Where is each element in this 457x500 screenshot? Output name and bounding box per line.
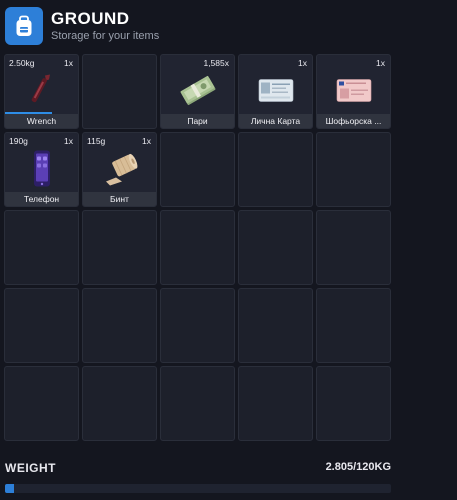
inventory-slot-5[interactable]: 1x Шофьорска ... xyxy=(316,54,391,129)
page-subtitle: Storage for your items xyxy=(51,30,160,42)
item-quantity: 1x xyxy=(142,136,151,146)
inventory-slot-13[interactable] xyxy=(160,210,235,285)
inventory-slot-6[interactable]: 190g 1x Телефон xyxy=(4,132,79,207)
inventory-slot-17[interactable] xyxy=(82,288,157,363)
item-label: Пари xyxy=(161,114,234,128)
page-title: GROUND xyxy=(51,9,130,28)
item-label: Шофьорска ... xyxy=(317,114,390,128)
inventory-slot-2[interactable] xyxy=(82,54,157,129)
inventory-slot-12[interactable] xyxy=(82,210,157,285)
inventory-slot-15[interactable] xyxy=(316,210,391,285)
inventory-grid: 2.50kg 1x Wrench 1,585x Пари 1x Лична Ка… xyxy=(4,54,391,441)
inventory-slot-22[interactable] xyxy=(82,366,157,441)
item-weight: 115g xyxy=(87,136,106,146)
inventory-slot-23[interactable] xyxy=(160,366,235,441)
inventory-slot-21[interactable] xyxy=(4,366,79,441)
weight-label: WEIGHT xyxy=(5,461,56,475)
item-quantity: 1x xyxy=(376,58,385,68)
item-quantity: 1,585x xyxy=(203,58,229,68)
inventory-slot-1[interactable]: 2.50kg 1x Wrench xyxy=(4,54,79,129)
item-quantity: 1x xyxy=(64,136,73,146)
item-weight: 190g xyxy=(9,136,28,146)
inventory-slot-24[interactable] xyxy=(238,366,313,441)
inventory-slot-9[interactable] xyxy=(238,132,313,207)
wrench-icon xyxy=(27,73,57,114)
weight-value: 2.805/120KG xyxy=(325,461,391,473)
weight-progress-fill xyxy=(5,484,15,493)
item-label: Бинт xyxy=(83,192,156,206)
inventory-slot-7[interactable]: 115g 1x Бинт xyxy=(82,132,157,207)
weight-progress-bar xyxy=(5,484,391,493)
bandage-icon xyxy=(102,152,138,191)
item-quantity: 1x xyxy=(298,58,307,68)
phone-icon xyxy=(30,150,54,193)
item-label: Лична Карта xyxy=(239,114,312,128)
item-quantity: 1x xyxy=(64,58,73,68)
inventory-slot-11[interactable] xyxy=(4,210,79,285)
inventory-slot-25[interactable] xyxy=(316,366,391,441)
inventory-slot-10[interactable] xyxy=(316,132,391,207)
id-card-icon xyxy=(258,79,294,108)
inventory-header: GROUND Storage for your items xyxy=(5,5,159,47)
inventory-slot-20[interactable] xyxy=(316,288,391,363)
item-weight: 2.50kg xyxy=(9,58,35,68)
item-label: Wrench xyxy=(5,114,78,128)
drivers-license-icon xyxy=(336,79,372,108)
inventory-slot-14[interactable] xyxy=(238,210,313,285)
money-icon xyxy=(179,75,217,111)
inventory-slot-19[interactable] xyxy=(238,288,313,363)
inventory-slot-8[interactable] xyxy=(160,132,235,207)
inventory-slot-3[interactable]: 1,585x Пари xyxy=(160,54,235,129)
inventory-slot-18[interactable] xyxy=(160,288,235,363)
inventory-slot-16[interactable] xyxy=(4,288,79,363)
inventory-slot-4[interactable]: 1x Лична Карта xyxy=(238,54,313,129)
item-label: Телефон xyxy=(5,192,78,206)
backpack-icon xyxy=(5,7,43,45)
